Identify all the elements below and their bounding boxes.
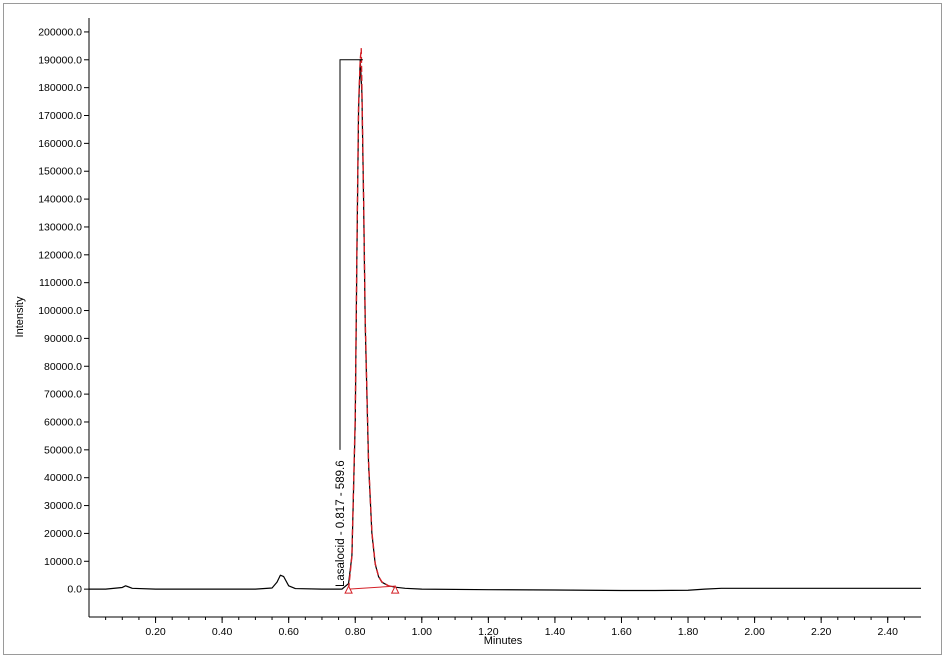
x-tick-label: 2.20 [811, 626, 832, 638]
y-tick-label: 80000.0 [44, 361, 82, 373]
y-tick-label: 190000.0 [38, 54, 82, 66]
y-tick-label: 180000.0 [38, 82, 82, 94]
x-tick-label: 0.60 [278, 626, 299, 638]
y-axis-title: Intensity [14, 296, 26, 337]
axes-group [88, 18, 921, 618]
x-tick-label: 0.40 [212, 626, 233, 638]
y-tick-label: 50000.0 [44, 444, 82, 456]
y-tick-label: 70000.0 [44, 389, 82, 401]
x-tick-label: 0.80 [345, 626, 366, 638]
chromatogram-chart: 0.0 10000.0 20000.0 30000.0 40000.0 50000.0 60… [14, 18, 921, 647]
y-tick-label: 130000.0 [38, 221, 82, 233]
y-tick-label: 140000.0 [38, 194, 82, 206]
y-tick-label: 40000.0 [44, 472, 82, 484]
x-axis-title: Minutes [484, 635, 523, 647]
peak-label: Lasalocid - 0.817 - 589.6 [335, 460, 347, 587]
y-tick-label: 150000.0 [38, 166, 82, 178]
x-tick-label: 1.80 [678, 626, 699, 638]
y-tick-label: 200000.0 [38, 26, 82, 38]
x-tick-label: 2.40 [878, 626, 899, 638]
y-ticks-group: 0.0 10000.0 20000.0 30000.0 40000.0 50000.0 60… [38, 26, 89, 596]
x-tick-label: 1.40 [545, 626, 566, 638]
y-tick-label: 170000.0 [38, 110, 82, 122]
y-tick-label: 20000.0 [44, 528, 82, 540]
x-tick-label: 1.00 [412, 626, 433, 638]
y-tick-label: 160000.0 [38, 138, 82, 150]
x-tick-label: 0.20 [145, 626, 166, 638]
peak-annotation-group: Lasalocid - 0.817 - 589.6 [335, 59, 400, 594]
x-tick-label: 1.60 [611, 626, 632, 638]
peak-label-leader [339, 59, 363, 450]
y-tick-label: 60000.0 [44, 416, 82, 428]
y-tick-label: 120000.0 [38, 249, 82, 261]
y-tick-label: 10000.0 [44, 556, 82, 568]
y-tick-label: 30000.0 [44, 500, 82, 512]
y-tick-label: 0.0 [67, 584, 82, 596]
peak-baseline [348, 585, 396, 590]
traces-group [89, 47, 921, 592]
x-tick-label: 2.00 [744, 626, 765, 638]
integrated-peak-trace [347, 47, 396, 590]
y-tick-label: 90000.0 [44, 333, 82, 345]
y-tick-label: 100000.0 [38, 305, 82, 317]
y-tick-label: 110000.0 [39, 277, 82, 289]
chromatogram-trace [89, 59, 921, 592]
